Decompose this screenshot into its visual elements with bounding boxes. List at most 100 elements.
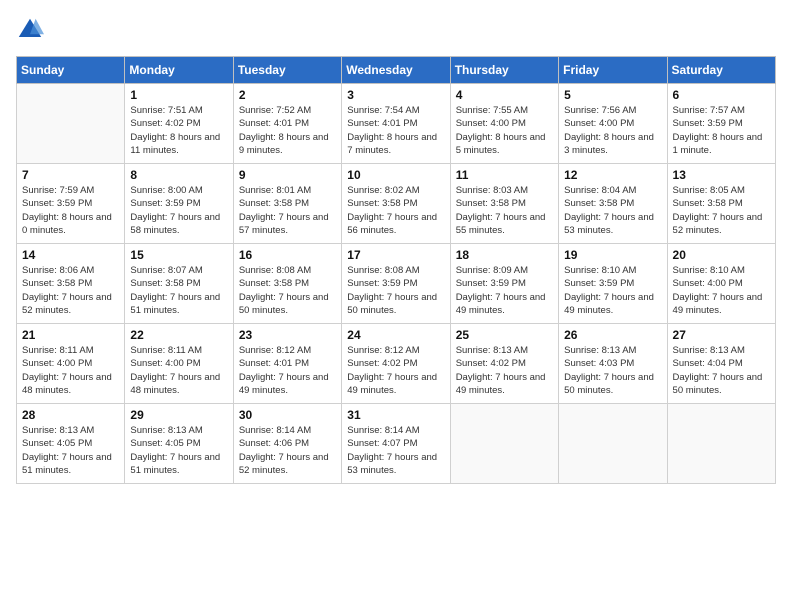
calendar-cell: 4 Sunrise: 7:55 AMSunset: 4:00 PMDaylight… [450, 84, 558, 164]
calendar-week-1: 7 Sunrise: 7:59 AMSunset: 3:59 PMDaylight… [17, 164, 776, 244]
day-number: 13 [673, 168, 770, 182]
day-number: 5 [564, 88, 661, 102]
day-number: 19 [564, 248, 661, 262]
day-detail: Sunrise: 8:05 AMSunset: 3:58 PMDaylight:… [673, 184, 770, 237]
calendar-cell: 26 Sunrise: 8:13 AMSunset: 4:03 PMDayligh… [559, 324, 667, 404]
day-detail: Sunrise: 8:11 AMSunset: 4:00 PMDaylight:… [22, 344, 119, 397]
day-number: 2 [239, 88, 336, 102]
day-number: 29 [130, 408, 227, 422]
calendar-cell: 22Sunrise: 8:11 AMSunset: 4:00 PMDayligh… [125, 324, 233, 404]
calendar-week-4: 28Sunrise: 8:13 AMSunset: 4:05 PMDayligh… [17, 404, 776, 484]
weekday-header-tuesday: Tuesday [233, 57, 341, 84]
day-number: 6 [673, 88, 770, 102]
day-number: 23 [239, 328, 336, 342]
calendar-cell [17, 84, 125, 164]
day-number: 31 [347, 408, 444, 422]
calendar-cell: 7 Sunrise: 7:59 AMSunset: 3:59 PMDaylight… [17, 164, 125, 244]
day-detail: Sunrise: 8:14 AMSunset: 4:07 PMDaylight:… [347, 424, 444, 477]
weekday-header-saturday: Saturday [667, 57, 775, 84]
calendar-cell: 6Sunrise: 7:57 AMSunset: 3:59 PMDaylight… [667, 84, 775, 164]
day-number: 9 [239, 168, 336, 182]
day-detail: Sunrise: 8:04 AMSunset: 3:58 PMDaylight:… [564, 184, 661, 237]
day-detail: Sunrise: 7:51 AMSunset: 4:02 PMDaylight:… [130, 104, 227, 157]
calendar-cell: 16Sunrise: 8:08 AMSunset: 3:58 PMDayligh… [233, 244, 341, 324]
day-number: 7 [22, 168, 119, 182]
day-number: 3 [347, 88, 444, 102]
day-detail: Sunrise: 8:13 AMSunset: 4:02 PMDaylight:… [456, 344, 553, 397]
day-detail: Sunrise: 8:08 AMSunset: 3:59 PMDaylight:… [347, 264, 444, 317]
calendar-cell: 13 Sunrise: 8:05 AMSunset: 3:58 PMDayligh… [667, 164, 775, 244]
calendar-cell [450, 404, 558, 484]
calendar-cell: 28Sunrise: 8:13 AMSunset: 4:05 PMDayligh… [17, 404, 125, 484]
day-number: 11 [456, 168, 553, 182]
day-number: 26 [564, 328, 661, 342]
day-detail: Sunrise: 8:13 AMSunset: 4:03 PMDaylight:… [564, 344, 661, 397]
day-number: 25 [456, 328, 553, 342]
calendar-cell: 5 Sunrise: 7:56 AMSunset: 4:00 PMDaylight… [559, 84, 667, 164]
calendar-cell: 11 Sunrise: 8:03 AMSunset: 3:58 PMDayligh… [450, 164, 558, 244]
logo-icon [16, 16, 44, 44]
day-detail: Sunrise: 8:13 AMSunset: 4:05 PMDaylight:… [130, 424, 227, 477]
weekday-header-friday: Friday [559, 57, 667, 84]
calendar-cell: 29 Sunrise: 8:13 AMSunset: 4:05 PMDayligh… [125, 404, 233, 484]
day-detail: Sunrise: 7:55 AMSunset: 4:00 PMDaylight:… [456, 104, 553, 157]
calendar-cell: 10 Sunrise: 8:02 AMSunset: 3:58 PMDayligh… [342, 164, 450, 244]
calendar-cell: 8Sunrise: 8:00 AMSunset: 3:59 PMDaylight… [125, 164, 233, 244]
day-number: 4 [456, 88, 553, 102]
day-detail: Sunrise: 8:02 AMSunset: 3:58 PMDaylight:… [347, 184, 444, 237]
calendar-cell: 31 Sunrise: 8:14 AMSunset: 4:07 PMDayligh… [342, 404, 450, 484]
day-detail: Sunrise: 8:07 AMSunset: 3:58 PMDaylight:… [130, 264, 227, 317]
calendar-header: SundayMondayTuesdayWednesdayThursdayFrid… [17, 57, 776, 84]
day-number: 14 [22, 248, 119, 262]
page-header [16, 16, 776, 44]
calendar-cell: 17 Sunrise: 8:08 AMSunset: 3:59 PMDayligh… [342, 244, 450, 324]
day-detail: Sunrise: 7:54 AMSunset: 4:01 PMDaylight:… [347, 104, 444, 157]
calendar-cell: 18Sunrise: 8:09 AMSunset: 3:59 PMDayligh… [450, 244, 558, 324]
calendar-week-0: 1 Sunrise: 7:51 AMSunset: 4:02 PMDaylight… [17, 84, 776, 164]
calendar-cell: 20 Sunrise: 8:10 AMSunset: 4:00 PMDayligh… [667, 244, 775, 324]
day-number: 27 [673, 328, 770, 342]
calendar-week-3: 21Sunrise: 8:11 AMSunset: 4:00 PMDayligh… [17, 324, 776, 404]
day-number: 22 [130, 328, 227, 342]
calendar-week-2: 14 Sunrise: 8:06 AMSunset: 3:58 PMDayligh… [17, 244, 776, 324]
calendar-body: 1 Sunrise: 7:51 AMSunset: 4:02 PMDaylight… [17, 84, 776, 484]
day-detail: Sunrise: 8:06 AMSunset: 3:58 PMDaylight:… [22, 264, 119, 317]
day-detail: Sunrise: 8:13 AMSunset: 4:05 PMDaylight:… [22, 424, 119, 477]
calendar-cell: 21Sunrise: 8:11 AMSunset: 4:00 PMDayligh… [17, 324, 125, 404]
day-number: 17 [347, 248, 444, 262]
day-number: 12 [564, 168, 661, 182]
weekday-header-sunday: Sunday [17, 57, 125, 84]
day-number: 30 [239, 408, 336, 422]
calendar-cell: 23Sunrise: 8:12 AMSunset: 4:01 PMDayligh… [233, 324, 341, 404]
day-detail: Sunrise: 8:09 AMSunset: 3:59 PMDaylight:… [456, 264, 553, 317]
day-detail: Sunrise: 7:56 AMSunset: 4:00 PMDaylight:… [564, 104, 661, 157]
day-number: 1 [130, 88, 227, 102]
day-detail: Sunrise: 8:10 AMSunset: 3:59 PMDaylight:… [564, 264, 661, 317]
calendar-cell [667, 404, 775, 484]
calendar-cell: 25 Sunrise: 8:13 AMSunset: 4:02 PMDayligh… [450, 324, 558, 404]
calendar-cell: 15 Sunrise: 8:07 AMSunset: 3:58 PMDayligh… [125, 244, 233, 324]
day-detail: Sunrise: 8:14 AMSunset: 4:06 PMDaylight:… [239, 424, 336, 477]
calendar-cell: 3 Sunrise: 7:54 AMSunset: 4:01 PMDaylight… [342, 84, 450, 164]
calendar-cell: 30 Sunrise: 8:14 AMSunset: 4:06 PMDayligh… [233, 404, 341, 484]
calendar-cell: 2 Sunrise: 7:52 AMSunset: 4:01 PMDaylight… [233, 84, 341, 164]
day-detail: Sunrise: 7:59 AMSunset: 3:59 PMDaylight:… [22, 184, 119, 237]
day-number: 24 [347, 328, 444, 342]
weekday-header-monday: Monday [125, 57, 233, 84]
weekday-row: SundayMondayTuesdayWednesdayThursdayFrid… [17, 57, 776, 84]
weekday-header-wednesday: Wednesday [342, 57, 450, 84]
day-number: 15 [130, 248, 227, 262]
day-number: 16 [239, 248, 336, 262]
day-number: 8 [130, 168, 227, 182]
day-number: 10 [347, 168, 444, 182]
weekday-header-thursday: Thursday [450, 57, 558, 84]
day-number: 20 [673, 248, 770, 262]
calendar-cell: 19 Sunrise: 8:10 AMSunset: 3:59 PMDayligh… [559, 244, 667, 324]
day-detail: Sunrise: 8:03 AMSunset: 3:58 PMDaylight:… [456, 184, 553, 237]
calendar-cell: 1 Sunrise: 7:51 AMSunset: 4:02 PMDaylight… [125, 84, 233, 164]
calendar-cell: 12 Sunrise: 8:04 AMSunset: 3:58 PMDayligh… [559, 164, 667, 244]
logo [16, 16, 48, 44]
calendar-table: SundayMondayTuesdayWednesdayThursdayFrid… [16, 56, 776, 484]
day-detail: Sunrise: 7:52 AMSunset: 4:01 PMDaylight:… [239, 104, 336, 157]
day-detail: Sunrise: 8:10 AMSunset: 4:00 PMDaylight:… [673, 264, 770, 317]
